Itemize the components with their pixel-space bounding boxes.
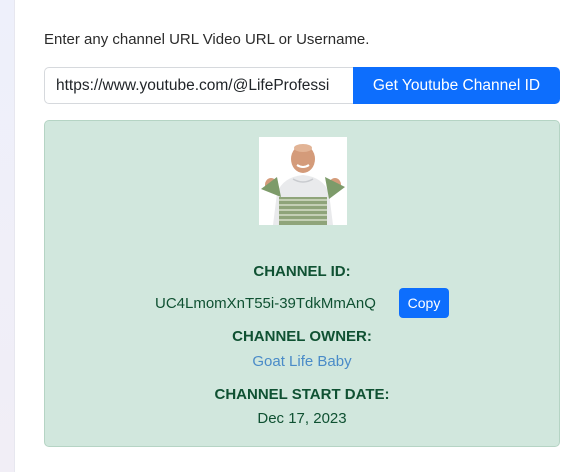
channel-id-label: CHANNEL ID: xyxy=(253,263,351,280)
channel-start-date-value: Dec 17, 2023 xyxy=(257,410,347,427)
avatar-image xyxy=(259,137,347,225)
channel-owner-link[interactable]: Goat Life Baby xyxy=(252,353,351,370)
left-sidebar-edge xyxy=(0,0,15,472)
channel-owner-row: Goat Life Baby xyxy=(45,353,559,370)
instruction-text: Enter any channel URL Video URL or Usern… xyxy=(44,31,370,48)
get-channel-id-button[interactable]: Get Youtube Channel ID xyxy=(353,67,560,104)
channel-start-date-label: CHANNEL START DATE: xyxy=(214,386,390,403)
channel-url-input[interactable] xyxy=(44,67,353,104)
channel-owner-label: CHANNEL OWNER: xyxy=(232,328,372,345)
copy-button[interactable]: Copy xyxy=(399,288,449,318)
channel-avatar xyxy=(259,137,347,225)
channel-id-value: UC4LmomXnT55i-39TdkMmAnQ xyxy=(155,295,376,312)
channel-id-row: UC4LmomXnT55i-39TdkMmAnQ Copy xyxy=(45,288,559,318)
result-card: CHANNEL ID: UC4LmomXnT55i-39TdkMmAnQ Cop… xyxy=(44,120,560,447)
